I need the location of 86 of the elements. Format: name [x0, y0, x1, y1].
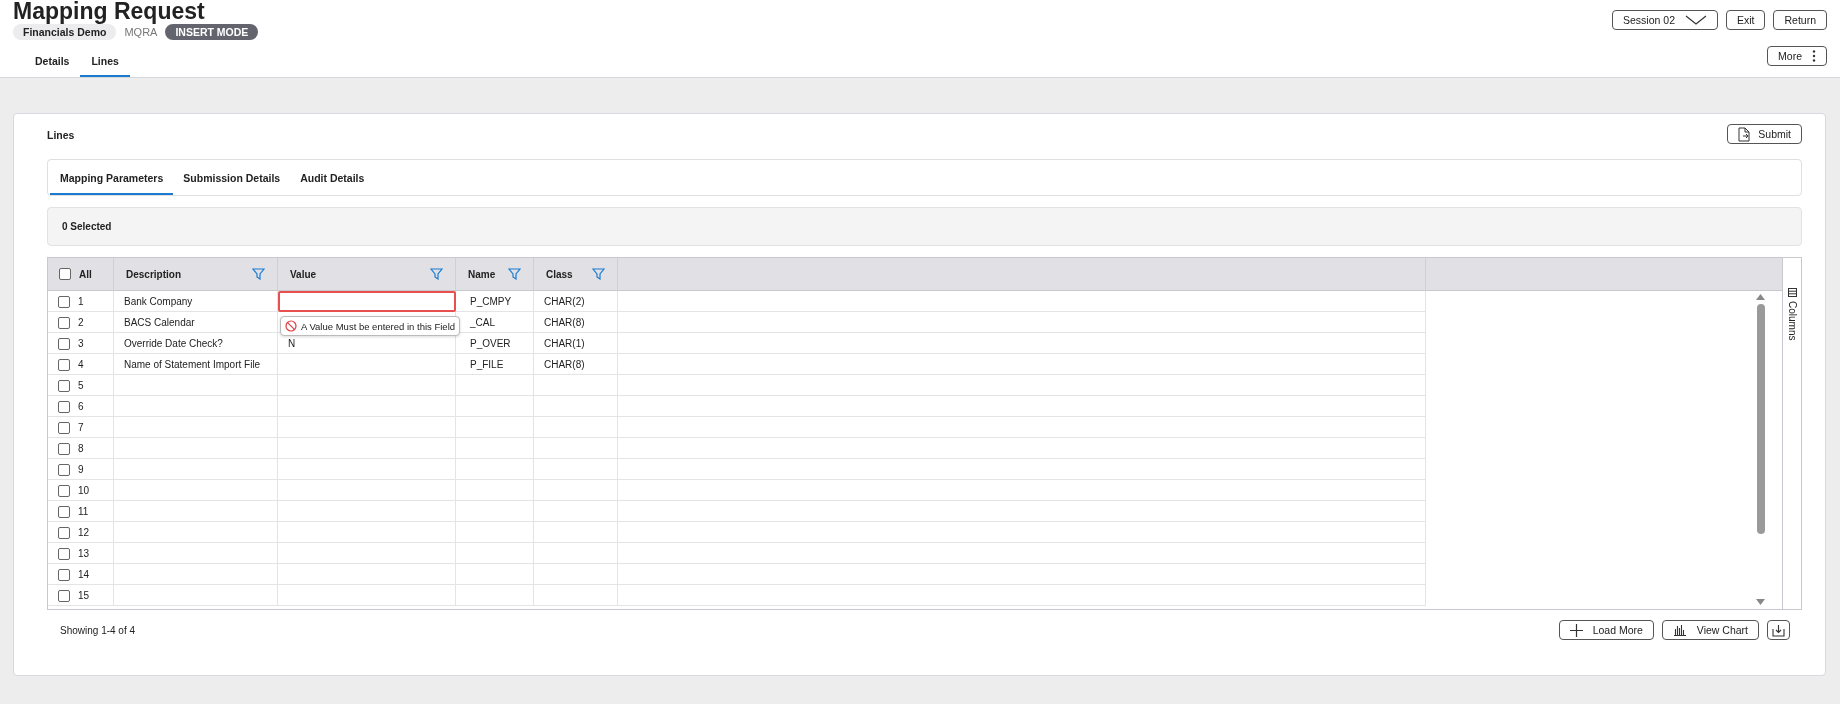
row-number: 1: [78, 296, 84, 307]
section-tab[interactable]: Audit Details: [290, 160, 375, 195]
checkbox[interactable]: [58, 400, 70, 413]
checkbox[interactable]: [59, 268, 71, 280]
row-number: 4: [78, 359, 84, 370]
checkbox[interactable]: [58, 589, 70, 602]
table-cell-text: P_FILE: [469, 358, 505, 372]
checkbox[interactable]: [58, 337, 70, 350]
filter-icon[interactable]: [592, 268, 605, 280]
session-dropdown[interactable]: Session 02: [1612, 10, 1718, 30]
checkbox[interactable]: [58, 295, 70, 308]
row-number: 3: [78, 338, 84, 349]
table-cell-text: P_OVER: [469, 337, 512, 351]
table-cell-text: Override Date Check?: [123, 337, 224, 351]
column-header: Class: [546, 268, 573, 280]
row-number: 15: [78, 590, 90, 601]
error-icon: [285, 320, 297, 332]
row-number: 6: [78, 401, 84, 412]
row-number: 8: [78, 443, 84, 454]
program-code: MQRA: [124, 26, 158, 38]
record-count: Showing 1-4 of 4: [60, 624, 136, 636]
bar-chart-icon: [1672, 624, 1687, 636]
view-chart-button[interactable]: View Chart: [1661, 620, 1759, 640]
column-header: Description: [126, 268, 181, 280]
plus-icon: [1569, 623, 1583, 637]
error-message: A Value Must be entered in this Field: [301, 320, 456, 332]
table-cell-text: CHAR(1): [543, 337, 586, 351]
header-button[interactable]: Return: [1773, 10, 1827, 30]
section-tab[interactable]: Mapping Parameters: [50, 160, 174, 195]
row-number: 7: [78, 422, 84, 433]
row-number: 2: [78, 317, 84, 328]
table-cell-text: CHAR(2): [543, 295, 586, 309]
row-number: 13: [78, 548, 90, 559]
page-title: Mapping Request: [13, 0, 206, 22]
checkbox[interactable]: [58, 358, 70, 371]
header-button[interactable]: Exit: [1725, 10, 1766, 30]
export-button[interactable]: [1767, 620, 1790, 640]
arrow-down-icon[interactable]: [1756, 599, 1765, 605]
checkbox[interactable]: [58, 505, 70, 518]
section-title: Lines: [47, 129, 75, 141]
checkbox[interactable]: [58, 463, 70, 476]
checkbox[interactable]: [58, 316, 70, 329]
download-icon: [1772, 623, 1785, 637]
row-number: 11: [78, 506, 89, 517]
row-number: 9: [78, 464, 84, 475]
table-cell-text: BACS Calendar: [123, 316, 196, 330]
more-button[interactable]: More: [1767, 46, 1827, 66]
checkbox[interactable]: [58, 568, 70, 581]
row-number: 10: [78, 485, 90, 496]
submit-button[interactable]: Submit: [1727, 124, 1802, 144]
checkbox[interactable]: [58, 484, 70, 497]
company-chip: Financials Demo: [13, 24, 117, 40]
table-cell-text: N: [287, 337, 297, 351]
table-cell-text: Bank Company: [123, 295, 194, 309]
checkbox[interactable]: [58, 547, 70, 560]
table-cell-text: CHAR(8): [543, 316, 586, 330]
filter-icon[interactable]: [508, 268, 521, 280]
more-icon: [1812, 50, 1816, 62]
document-icon: [1738, 126, 1751, 142]
table-cell-text: CHAR(8): [543, 358, 586, 372]
row-number: 5: [78, 380, 84, 391]
filter-icon[interactable]: [430, 268, 443, 280]
column-header: All: [79, 268, 92, 280]
selection-count: 0 Selected: [62, 221, 112, 232]
arrow-up-icon[interactable]: [1756, 294, 1765, 300]
checkbox[interactable]: [58, 379, 70, 392]
column-header: Value: [290, 268, 317, 280]
page-tab[interactable]: Details: [24, 55, 81, 77]
table-cell-text: P_CMPY: [469, 295, 513, 309]
page-tab[interactable]: Lines: [80, 55, 130, 77]
mode-badge: INSERT MODE: [165, 24, 259, 40]
table-cell-text: Name of Statement Import File: [123, 358, 262, 372]
column-header: Name: [468, 268, 496, 280]
scrollbar[interactable]: [1755, 294, 1766, 605]
load-more-button[interactable]: Load More: [1558, 620, 1654, 640]
row-number: 12: [78, 527, 90, 538]
value-input[interactable]: [278, 291, 456, 312]
chevron-down-icon: [1684, 15, 1707, 25]
checkbox[interactable]: [58, 442, 70, 455]
checkbox[interactable]: [58, 526, 70, 539]
columns-icon: [1787, 288, 1797, 297]
section-tab[interactable]: Submission Details: [173, 160, 291, 195]
checkbox[interactable]: [58, 421, 70, 434]
table-cell-text: _CAL: [469, 316, 496, 330]
row-number: 14: [78, 569, 90, 580]
filter-icon[interactable]: [252, 268, 265, 280]
